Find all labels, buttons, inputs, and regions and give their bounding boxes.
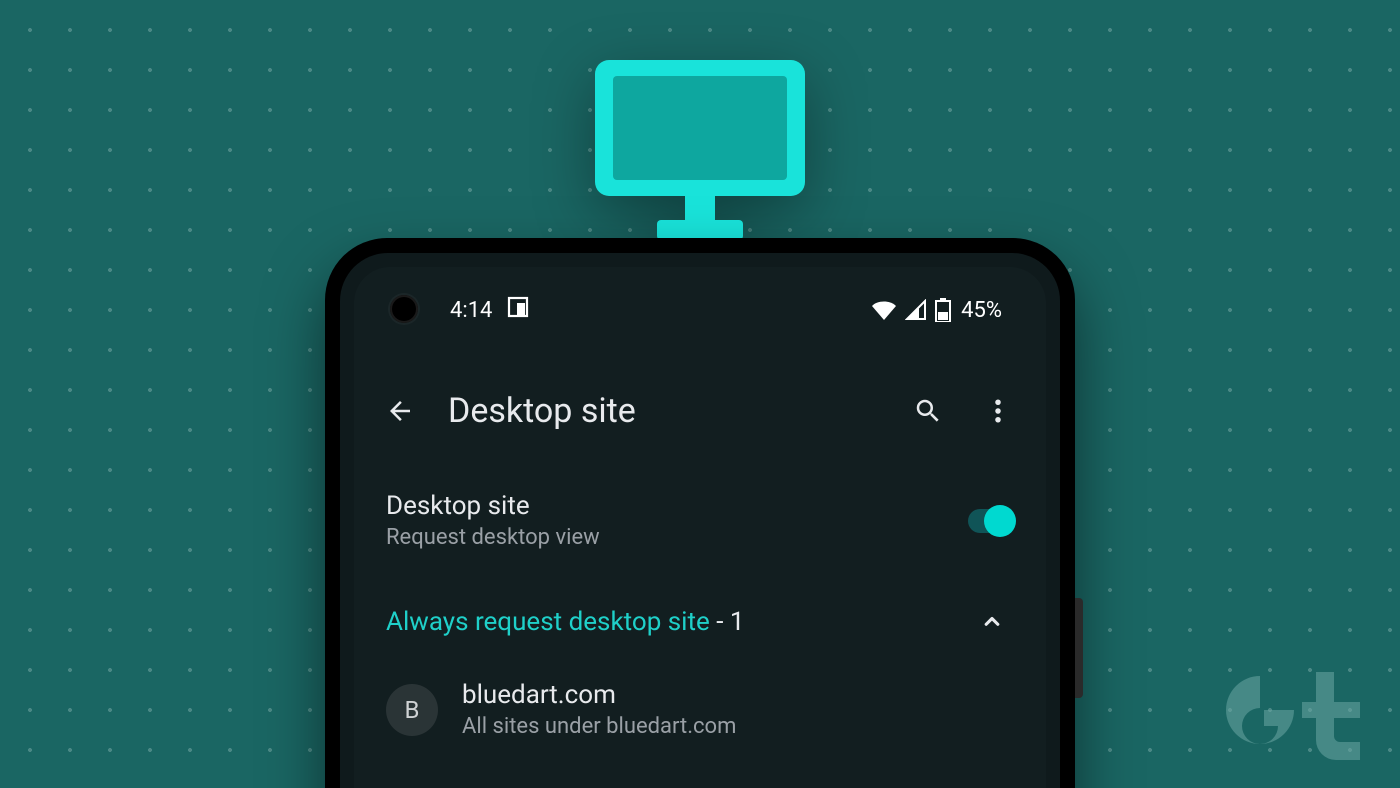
more-button[interactable] bbox=[976, 389, 1020, 433]
wifi-icon bbox=[871, 299, 897, 321]
setting-subtitle: Request desktop view bbox=[386, 525, 600, 550]
collapse-button[interactable] bbox=[970, 600, 1014, 644]
desktop-site-toggle[interactable] bbox=[968, 509, 1014, 533]
site-avatar-initial: B bbox=[405, 696, 420, 724]
site-subtitle: All sites under bluedart.com bbox=[462, 714, 736, 739]
section-label: Always request desktop site - 1 bbox=[386, 607, 745, 637]
back-arrow-icon bbox=[385, 396, 415, 426]
site-list-item[interactable]: B bluedart.com All sites under bluedart.… bbox=[378, 660, 1022, 759]
battery-icon bbox=[935, 298, 951, 322]
watermark-logo bbox=[1220, 666, 1370, 770]
phone-power-button bbox=[1075, 598, 1083, 698]
site-domain: bluedart.com bbox=[462, 680, 736, 710]
search-icon bbox=[913, 396, 943, 426]
signal-icon bbox=[905, 299, 927, 321]
setting-title: Desktop site bbox=[386, 491, 600, 521]
phone-frame: 4:14 bbox=[325, 238, 1075, 788]
chevron-up-icon bbox=[978, 608, 1006, 636]
desktop-site-toggle-row[interactable]: Desktop site Request desktop view bbox=[378, 477, 1022, 564]
phone-bezel: 4:14 bbox=[340, 253, 1060, 788]
app-bar: Desktop site bbox=[354, 381, 1046, 441]
back-button[interactable] bbox=[378, 389, 422, 433]
screenshot-icon bbox=[506, 295, 530, 325]
settings-content: Desktop site Request desktop view Always… bbox=[354, 477, 1046, 788]
status-battery: 45% bbox=[961, 298, 1002, 323]
phone-screen: 4:14 bbox=[354, 267, 1046, 788]
more-vert-icon bbox=[983, 396, 1013, 426]
site-avatar: B bbox=[386, 684, 438, 736]
monitor-icon bbox=[595, 60, 805, 240]
status-time: 4:14 bbox=[450, 298, 492, 323]
always-request-section[interactable]: Always request desktop site - 1 bbox=[378, 574, 1022, 660]
page-title: Desktop site bbox=[448, 391, 880, 431]
status-bar: 4:14 bbox=[354, 295, 1046, 325]
search-button[interactable] bbox=[906, 389, 950, 433]
